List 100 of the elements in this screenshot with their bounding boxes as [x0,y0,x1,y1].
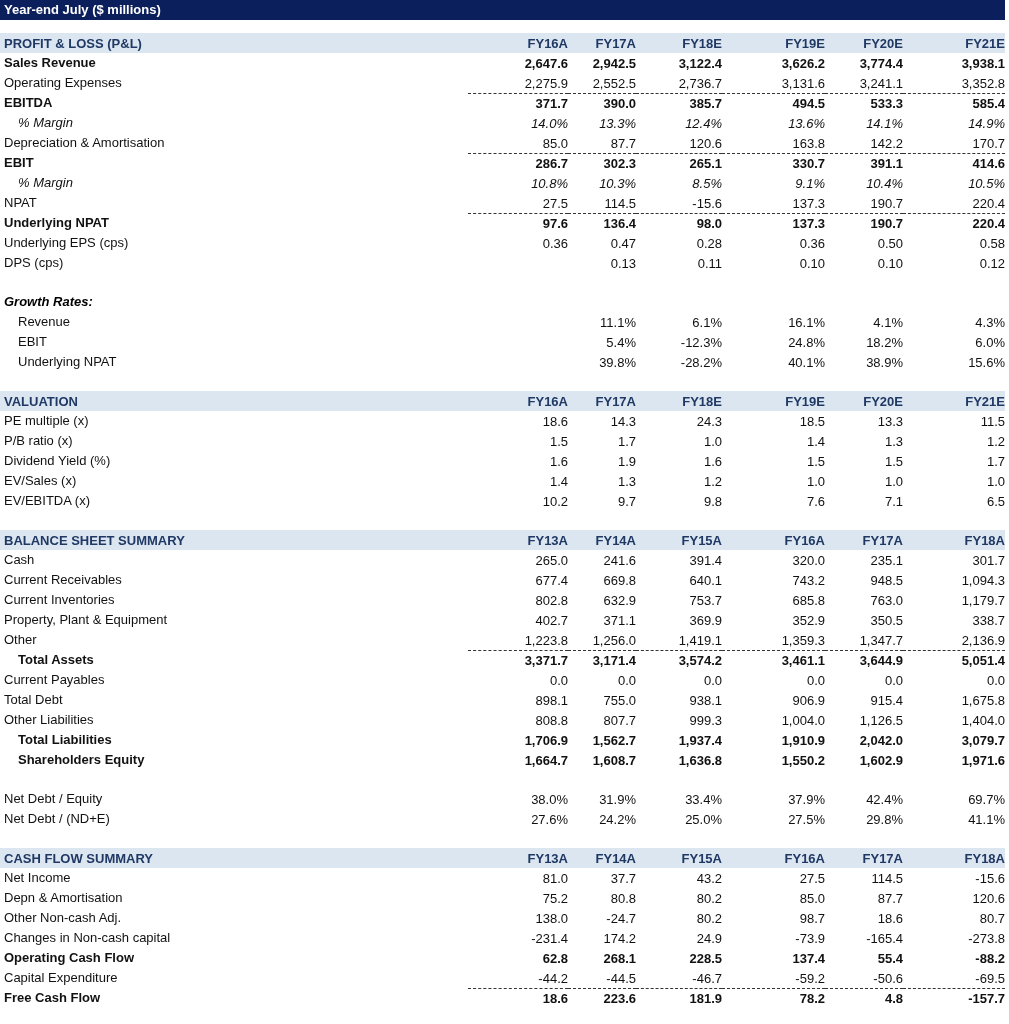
table-cell: 1.9 [617,452,636,471]
table-cell: 39.8% [599,353,636,372]
table-cell: 1,094.3 [961,571,1005,590]
table-cell: 38.9% [866,353,903,372]
table-cell: 1,971.6 [961,751,1005,770]
table-cell: 33.4% [685,790,722,809]
table-cell: 14.0% [531,114,568,133]
table-cell: 87.7 [877,889,903,908]
table-cell: 3,079.7 [961,731,1005,750]
table-cell: -24.7 [606,909,636,928]
table-cell: 24.8% [788,333,825,352]
table-cell: 585.4 [972,94,1005,113]
table-cell: 632.9 [603,591,636,610]
table-cell: 640.1 [689,571,722,590]
section-title: PROFIT & LOSS (P&L) [4,35,143,51]
table-cell: 1.5 [806,452,825,471]
row-label: Free Cash Flow [4,989,102,1007]
table-cell: 391.1 [870,154,903,173]
table-cell: 3,131.6 [781,74,825,93]
table-cell: 9.7 [617,492,636,511]
section-title: VALUATION [4,393,79,409]
table-cell: 1.0 [806,472,825,491]
table-cell: 10.4% [866,174,903,193]
table-cell: 0.11 [697,254,722,273]
table-cell: 948.5 [870,571,903,590]
row-label: EBITDA [4,94,54,112]
table-cell: 235.1 [870,551,903,570]
table-cell: 390.0 [603,94,636,113]
table-cell: -157.7 [968,989,1005,1008]
row-label: Other Liabilities [4,711,95,729]
table-cell: 0.36 [799,234,825,253]
table-cell: 0.0 [703,671,722,690]
table-cell: 181.9 [689,989,722,1008]
row-label: Underlying EPS (cps) [4,234,130,252]
table-cell: 1,359.3 [781,631,825,650]
table-cell: 5.4% [606,333,636,352]
table-cell: 0.10 [877,254,903,273]
table-cell: 55.4 [877,949,903,968]
table-cell: 163.8 [792,134,825,153]
table-cell: 385.7 [689,94,722,113]
table-cell: 138.0 [535,909,568,928]
column-header: FY18A [963,532,1005,548]
table-cell: 9.8 [703,492,722,511]
table-cell: 330.7 [792,154,825,173]
table-cell: 350.5 [870,611,903,630]
column-header: FY15A [680,532,722,548]
table-cell: 3,774.4 [859,54,903,73]
table-cell: 18.6 [542,412,568,431]
table-cell: -59.2 [795,969,825,988]
table-cell: 80.8 [610,889,636,908]
table-cell: 8.5% [692,174,722,193]
table-cell: 7.6 [806,492,825,511]
table-cell: 10.5% [968,174,1005,193]
table-cell: 4.3% [975,313,1005,332]
table-cell: 6.5 [986,492,1005,511]
table-cell: 1,004.0 [781,711,825,730]
table-cell: 915.4 [870,691,903,710]
row-label: Net Debt / Equity [4,790,104,808]
table-cell: 1.5 [549,432,568,451]
column-header: FY14A [594,850,636,866]
table-cell: 14.3 [610,412,636,431]
table-cell: 18.5 [799,412,825,431]
table-cell: -44.5 [606,969,636,988]
table-cell: 18.6 [877,909,903,928]
table-cell: -73.9 [795,929,825,948]
table-cell: 16.1% [788,313,825,332]
table-cell: 3,938.1 [961,54,1005,73]
row-label: Current Inventories [4,591,116,609]
table-cell: 2,647.6 [524,54,568,73]
table-cell: -46.7 [692,969,722,988]
row-label: Operating Expenses [4,74,123,92]
table-cell: 62.8 [542,949,568,968]
row-label: Net Income [4,869,72,887]
row-label: Capital Expenditure [4,969,119,987]
table-cell: 3,461.1 [781,651,825,670]
table-cell: 1.3 [884,432,903,451]
table-cell: 13.3 [877,412,903,431]
table-cell: 3,574.2 [678,651,722,670]
table-cell: 999.3 [689,711,722,730]
column-header: FY18E [681,393,722,409]
table-cell: 228.5 [689,949,722,968]
table-cell: 1,126.5 [859,711,903,730]
table-cell: 0.12 [979,254,1005,273]
table-cell: 0.58 [979,234,1005,253]
table-cell: 27.6% [531,810,568,829]
table-cell: 12.4% [685,114,722,133]
row-label: Underlying NPAT [17,353,118,371]
column-header: FY20E [862,393,903,409]
table-cell: 1.2 [986,432,1005,451]
column-header: FY21E [964,393,1005,409]
table-cell: -273.8 [968,929,1005,948]
table-cell: 24.3 [696,412,722,431]
table-cell: 85.0 [542,134,568,153]
table-cell: 0.0 [986,671,1005,690]
table-cell: 97.6 [542,214,568,233]
table-cell: 494.5 [792,94,825,113]
row-label: P/B ratio (x) [4,432,74,450]
table-cell: 1.3 [617,472,636,491]
table-cell: 6.1% [692,313,722,332]
table-cell: 1,664.7 [524,751,568,770]
